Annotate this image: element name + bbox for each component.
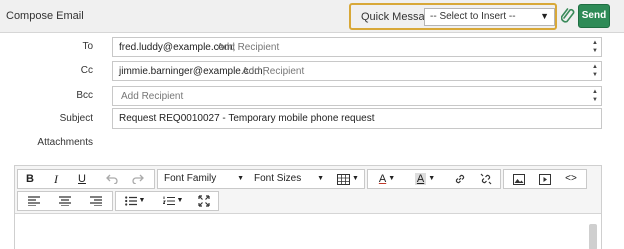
background-color-button[interactable]: A ▼ [408, 170, 442, 188]
to-field[interactable]: fred.luddy@example.com; Add Recipient ▲ ▼ [112, 37, 602, 57]
compose-title: Compose Email [6, 10, 84, 22]
subject-input[interactable]: Request REQ0010027 - Temporary mobile ph… [112, 108, 602, 129]
to-scroll-icon[interactable]: ▲ ▼ [591, 39, 599, 55]
quick-messages-box: Quick Messages -- Select to Insert -- ▼ [349, 3, 557, 30]
editor-toolbar: B I U Font Family ▼ Font Sizes ▼ ▼ A ▼ A ▼ [15, 166, 601, 214]
cc-scroll-icon[interactable]: ▲ ▼ [591, 63, 599, 79]
dropdown-arrow-icon: ▼ [317, 175, 324, 182]
font-family-select[interactable]: Font Family ▼ [164, 170, 248, 188]
dropdown-arrow-icon: ▼ [237, 175, 244, 182]
editor-scrollbar[interactable] [589, 224, 597, 249]
dropdown-arrow-icon: ▼ [540, 11, 549, 21]
bold-button[interactable]: B [18, 170, 42, 188]
list-group: ▼ ▼ [115, 191, 219, 211]
video-icon[interactable] [532, 170, 558, 188]
to-label: To [82, 41, 93, 52]
quick-messages-select-value: -- Select to Insert -- [430, 11, 516, 22]
cc-field[interactable]: jimmie.barninger@example.com; Add Recipi… [112, 61, 602, 81]
align-group [17, 191, 113, 211]
rich-text-editor[interactable]: B I U Font Family ▼ Font Sizes ▼ ▼ A ▼ A ▼ [14, 165, 602, 249]
image-icon[interactable] [506, 170, 532, 188]
color-link-group: A ▼ A ▼ [367, 169, 501, 189]
send-button[interactable]: Send [578, 4, 610, 28]
attachments-label: Attachments [37, 137, 93, 148]
bcc-scroll-icon[interactable]: ▲ ▼ [591, 88, 599, 104]
align-right-icon[interactable] [82, 192, 110, 210]
paperclip-icon[interactable] [560, 6, 575, 26]
bcc-label: Bcc [76, 90, 93, 101]
align-center-icon[interactable] [51, 192, 79, 210]
bullet-list-icon[interactable]: ▼ [118, 192, 152, 210]
quick-messages-select[interactable]: -- Select to Insert -- ▼ [424, 8, 555, 26]
font-group: Font Family ▼ Font Sizes ▼ ▼ [157, 169, 365, 189]
to-add-recipient-input[interactable]: Add Recipient [217, 42, 279, 53]
media-group: <> [503, 169, 587, 189]
underline-button[interactable]: U [70, 170, 94, 188]
cc-label: Cc [80, 65, 93, 76]
font-family-label: Font Family [164, 173, 217, 184]
bcc-add-recipient-input[interactable]: Add Recipient [121, 91, 183, 102]
redo-icon[interactable] [126, 170, 150, 188]
italic-button[interactable]: I [44, 170, 68, 188]
fullscreen-icon[interactable] [192, 192, 216, 210]
subject-label: Subject [59, 113, 93, 124]
subject-value: Request REQ0010027 - Temporary mobile ph… [119, 113, 375, 124]
bg-color-label: A [414, 173, 427, 185]
compose-header: Compose Email Quick Messages -- Select t… [0, 0, 624, 33]
font-sizes-select[interactable]: Font Sizes ▼ [254, 170, 328, 188]
cc-add-recipient-input[interactable]: Add Recipient [242, 66, 304, 77]
text-color-button[interactable]: A ▼ [372, 170, 402, 188]
font-sizes-label: Font Sizes [254, 173, 302, 184]
numbered-list-icon[interactable]: ▼ [156, 192, 190, 210]
unlink-icon[interactable] [474, 170, 498, 188]
link-icon[interactable] [448, 170, 472, 188]
table-icon[interactable]: ▼ [334, 170, 362, 188]
source-code-button[interactable]: <> [558, 170, 584, 188]
format-group: B I U [17, 169, 155, 189]
undo-icon[interactable] [100, 170, 124, 188]
align-left-icon[interactable] [20, 192, 48, 210]
bcc-field[interactable]: Add Recipient ▲ ▼ [112, 86, 602, 106]
text-color-label: A [378, 173, 387, 185]
